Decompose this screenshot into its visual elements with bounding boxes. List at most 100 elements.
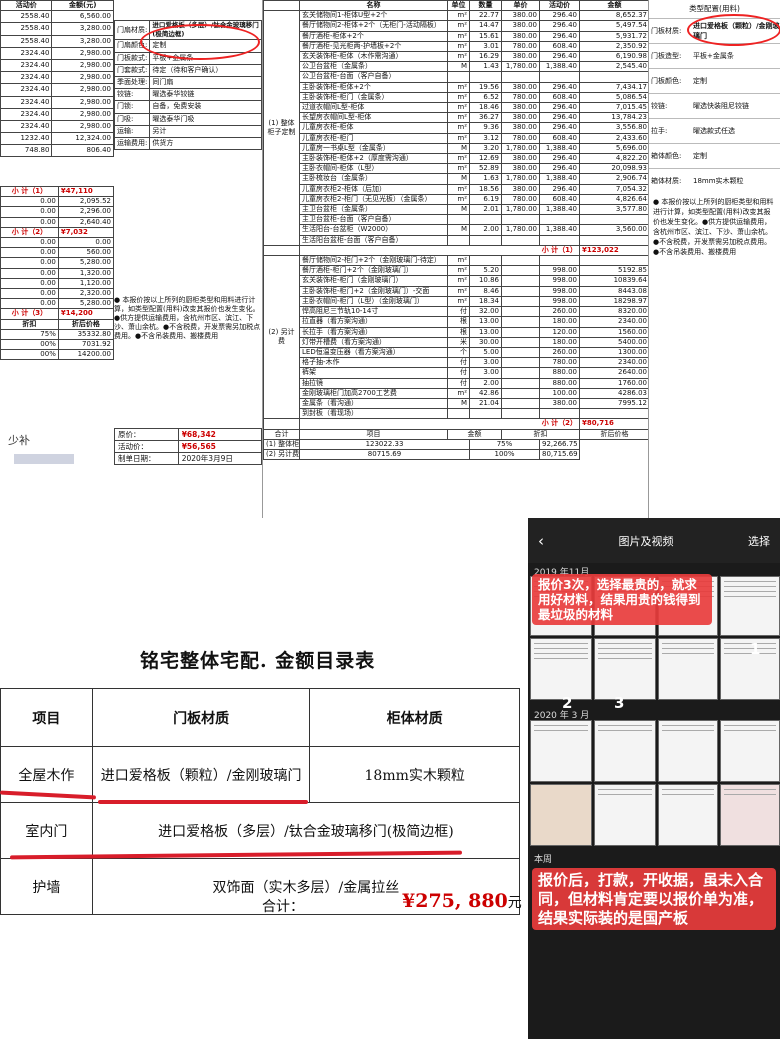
table-cell: [539, 214, 580, 226]
chevron-left-icon[interactable]: ‹: [538, 532, 544, 550]
table-cell: m²: [447, 51, 470, 63]
table-cell: 7,054.32: [579, 183, 648, 195]
phone-gallery: ‹ 图片及视频 选择 2019 年11月 报价3次，选择最贵的，就求用好材料，结…: [528, 518, 780, 1039]
table-cell: 296.40: [539, 81, 580, 93]
table-cell: 5,280.00: [57, 257, 115, 269]
table-cell: [501, 71, 540, 83]
table-cell: [579, 255, 648, 267]
select-button[interactable]: 选择: [748, 533, 770, 549]
table-cell: 2,980.00: [51, 107, 114, 121]
table-cell: 3.00: [469, 367, 502, 379]
table-cell: 4,826.64: [579, 193, 648, 206]
table-cell: 30.00: [469, 336, 502, 348]
subtotal-label: 小 计（2）: [0, 226, 59, 239]
table-cell: 2.00: [469, 377, 502, 389]
table-cell: 曜选泰华铰链: [149, 88, 262, 102]
table-row: 运输费用: 供货方: [113, 136, 262, 151]
table-cell: m²: [447, 91, 470, 104]
table-cell: 380.00: [501, 20, 540, 32]
table-cell: 13.00: [469, 326, 502, 338]
config-row: 门板造型: 平板+金属条: [649, 43, 780, 68]
table-cell: [501, 357, 540, 369]
table-cell: 998.00: [539, 275, 580, 287]
photo-thumbnail[interactable]: [530, 720, 592, 782]
table-cell: 2,906.74: [579, 173, 648, 185]
config-value: 18mm实木颗粒: [693, 177, 744, 185]
config-row: 拉手: 曜选款式任选: [649, 118, 780, 143]
table-cell: 780.00: [501, 40, 540, 53]
table-cell: 75%: [469, 438, 540, 450]
config-key: 箱体颜色:: [651, 152, 682, 160]
table-cell: 2340.00: [579, 357, 648, 369]
table-row: 主卧装饰柜-柜门（金属条） m² 6.52 780.00 608.40 5,086.54: [264, 91, 648, 104]
table-cell: 2.01: [469, 204, 502, 216]
table-cell: 380.00: [501, 112, 540, 124]
table-cell: 380.00: [539, 397, 580, 410]
table-cell: [469, 408, 502, 420]
table-cell: 1,780.00: [501, 142, 540, 155]
table-cell: [447, 214, 470, 226]
table-cell: 米: [447, 336, 470, 348]
table-cell: 1,320.00: [57, 267, 115, 279]
photo-thumbnail[interactable]: [594, 638, 656, 700]
qr-thumbnail[interactable]: [594, 784, 656, 846]
table-row: 0.00 1,120.00: [0, 277, 115, 290]
quote-note: ● 本报价按以上所列的厨柜类型和用料进行计算，如类型配置(用料)改变其报价也发生…: [114, 296, 261, 340]
photo-thumbnail[interactable]: [594, 720, 656, 782]
table-cell: M: [447, 142, 470, 155]
table-row: 0.00 2,095.52: [0, 196, 115, 208]
photo-thumbnail[interactable]: [658, 784, 718, 846]
table-cell: m²: [447, 275, 470, 287]
receipt-thumbnail[interactable]: [720, 784, 780, 846]
table-cell: 780.00: [501, 193, 540, 206]
photo-thumbnail[interactable]: [658, 638, 718, 700]
table-cell: 1,388.40: [539, 204, 580, 216]
table-cell: 2640.00: [579, 367, 648, 379]
photo-thumbnail[interactable]: [530, 638, 592, 700]
photo-thumbnail[interactable]: [658, 720, 718, 782]
table-cell: 5.20: [469, 265, 502, 277]
table-cell: [469, 71, 502, 83]
table-cell: 2324.40: [0, 119, 53, 134]
table-row: 抽拉镜付 2.00 880.00 1760.00: [264, 377, 648, 389]
table-cell: 296.40: [539, 30, 580, 42]
table-cell: 1,780.00: [501, 61, 540, 73]
table-row: 生活阳台-台盆柜（W2000） M 2.00 1,780.00 1,388.40 3,56…: [264, 224, 648, 236]
table-cell: 21.04: [469, 397, 502, 410]
table-cell: 2,980.00: [51, 58, 114, 73]
table-row: 餐厅储物间2-柜体+2个（无柜门-活动隔板） m² 14.47 380.00 296.4…: [264, 20, 648, 32]
table-cell: 同门扇: [149, 75, 262, 90]
table-cell: [469, 214, 502, 226]
table-cell: 8.46: [469, 285, 502, 297]
table-cell: 5192.85: [579, 265, 648, 277]
table-cell: [501, 234, 540, 246]
subtotal-value: ¥7,032: [57, 226, 115, 239]
table-cell: 1,388.40: [539, 173, 580, 185]
config-key: 铰链:: [651, 102, 668, 110]
table-cell: [539, 408, 580, 420]
col-header: 折后价格: [579, 428, 648, 440]
col-header: 金额(元): [51, 0, 114, 12]
table-cell: 2,980.00: [51, 46, 114, 60]
table-cell: 296.40: [539, 153, 580, 165]
table-row: LED恒温变压器（看方案沟通）个 5.00 260.00 1300.00: [264, 346, 648, 359]
table-row: 0.00 5,280.00: [0, 298, 115, 310]
photo-thumbnail[interactable]: [530, 784, 592, 846]
col-header: 柜体材质: [309, 688, 520, 747]
table-cell: 0.00: [0, 257, 59, 269]
table-cell: m²: [447, 183, 470, 195]
table-cell: 自备，免费安装: [149, 100, 262, 114]
photo-thumbnail[interactable]: [720, 576, 780, 636]
table-cell: 抽拉镜: [299, 377, 448, 389]
table-row: 748.80 806.40: [0, 144, 114, 158]
col-header: 活动价: [0, 0, 53, 12]
subtotal-value: ¥123,022: [579, 244, 648, 257]
table-cell: 2558.40: [0, 22, 53, 36]
table-cell: [539, 255, 580, 267]
photo-thumbnail[interactable]: [720, 720, 780, 782]
table-cell: 5,497.54: [579, 20, 648, 32]
table-cell: m²: [447, 265, 470, 277]
table-cell: [501, 377, 540, 389]
table-cell: 1,780.00: [501, 204, 540, 216]
table-row: 门吸: 曜选泰华门吸: [113, 112, 262, 126]
